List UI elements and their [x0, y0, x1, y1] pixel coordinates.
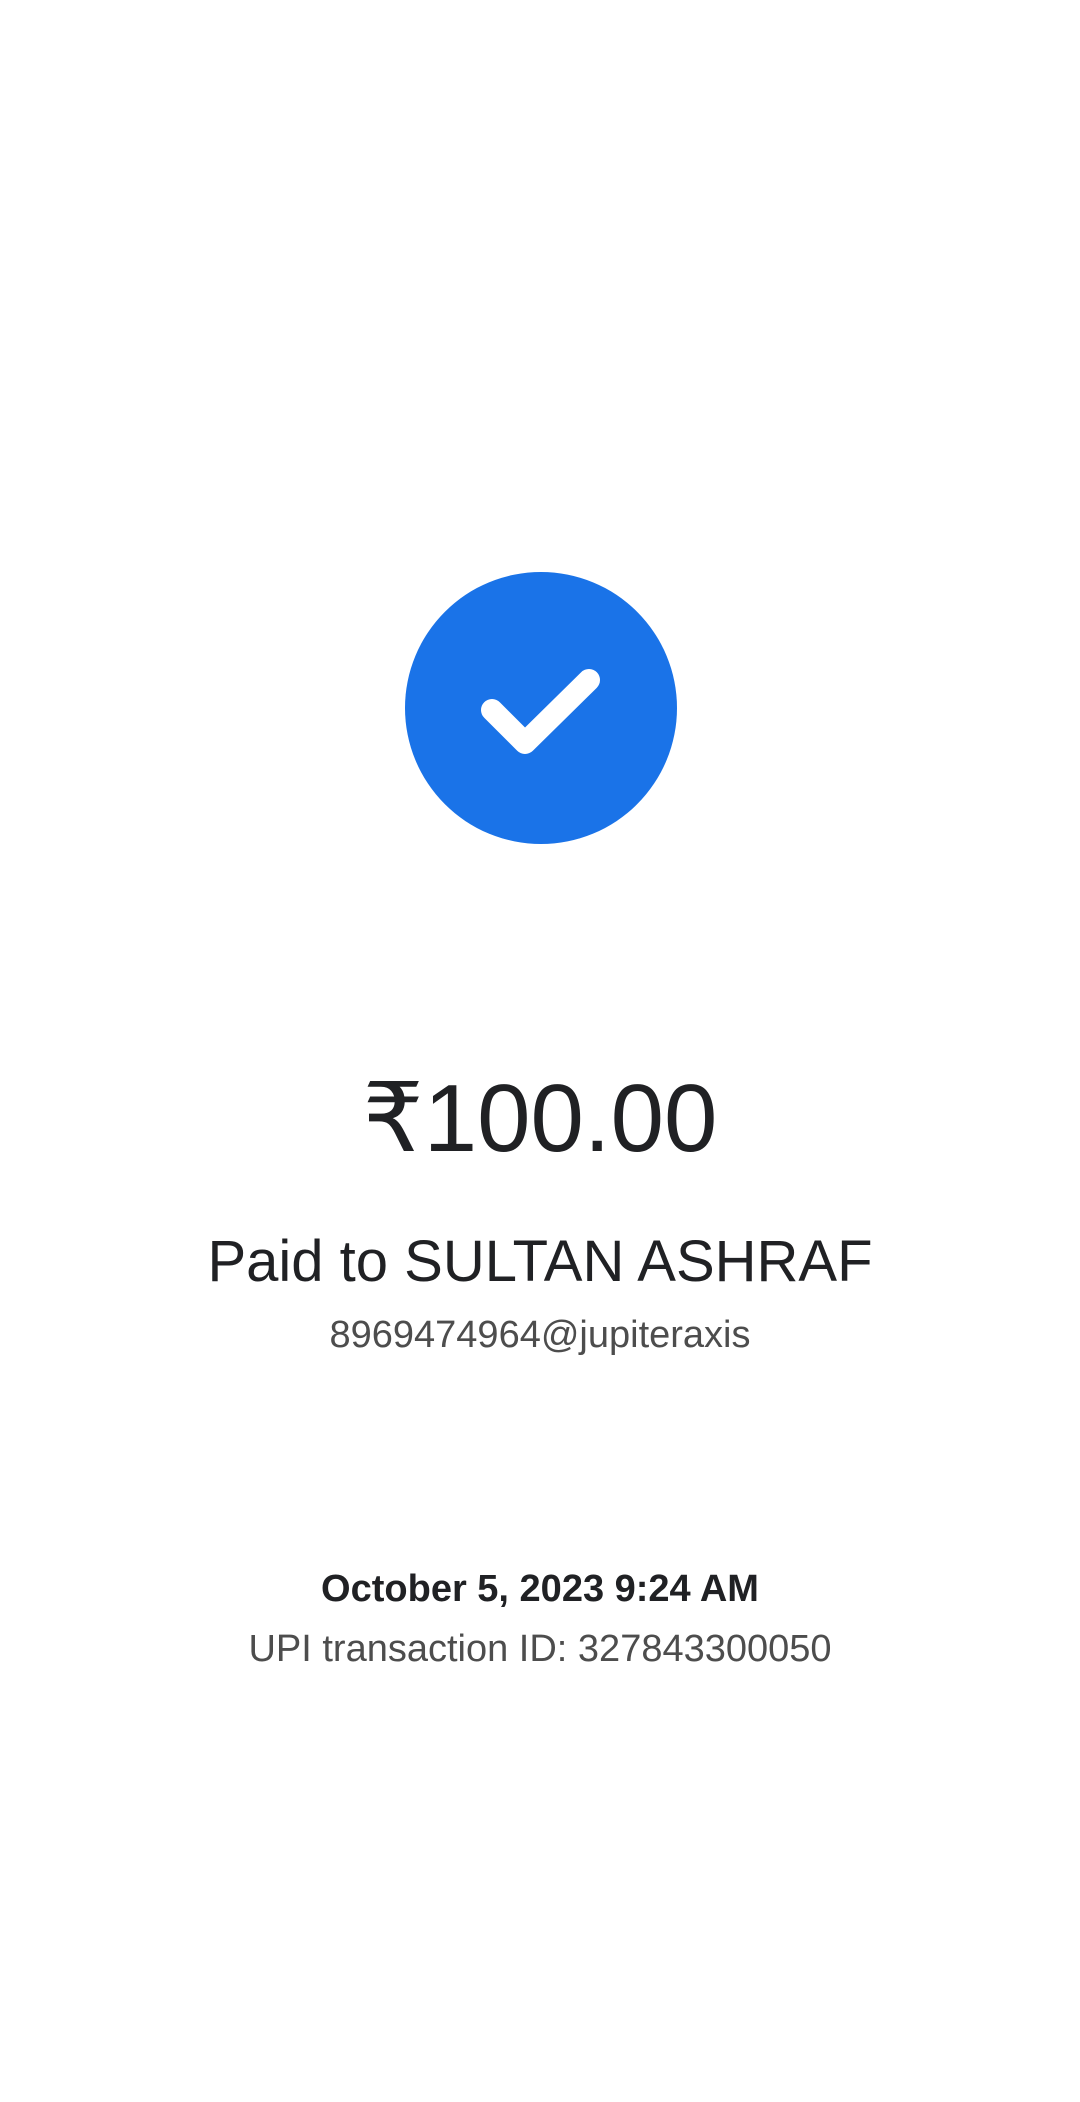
payment-amount: ₹100.00	[362, 1065, 718, 1172]
upi-transaction-id: UPI transaction ID: 327843300050	[248, 1628, 832, 1670]
recipient-upi-id: 8969474964@jupiteraxis	[329, 1314, 751, 1356]
success-badge	[405, 572, 677, 844]
recipient-name: Paid to SULTAN ASHRAF	[207, 1229, 873, 1294]
transaction-datetime: October 5, 2023 9:24 AM	[321, 1568, 759, 1610]
check-circle-icon	[481, 669, 600, 754]
